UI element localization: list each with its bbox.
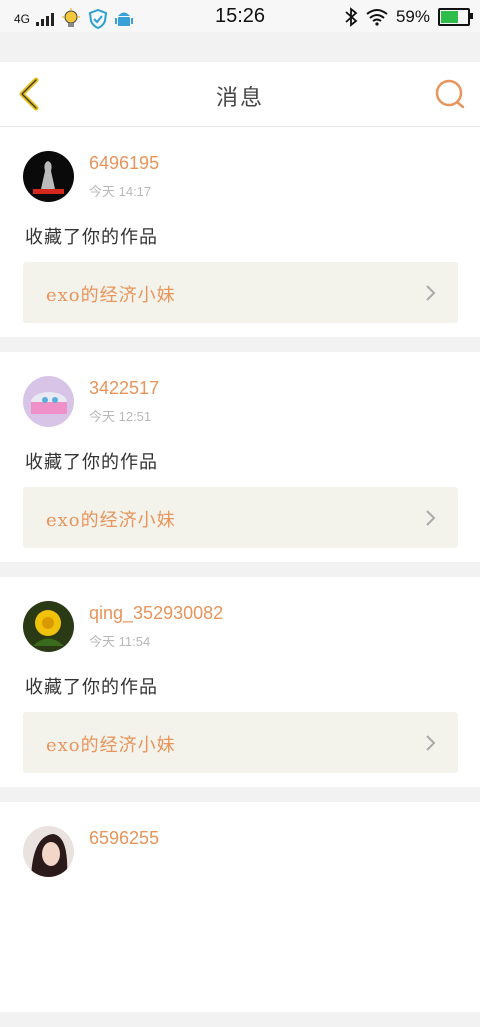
timestamp: 今天 14:17 (89, 184, 152, 199)
work-link[interactable]: exo的经济小妹 (23, 262, 458, 323)
battery-percent: 59% (395, 7, 430, 26)
top-spacer (0, 32, 480, 62)
status-right: 59% (344, 7, 473, 27)
work-title: exo的经济小妹 (46, 510, 176, 531)
status-bar: 4G 15:26 59% (0, 0, 480, 32)
username[interactable]: 6596255 (89, 828, 159, 849)
avatar[interactable] (23, 826, 74, 877)
avatar[interactable] (23, 376, 74, 427)
timestamp: 今天 12:51 (89, 409, 152, 424)
work-title: exo的经济小妹 (46, 285, 176, 306)
message-text: 收藏了你的作品 (25, 677, 158, 698)
username[interactable]: qing_352930082 (89, 603, 223, 624)
search-button[interactable] (432, 76, 468, 112)
search-icon (435, 79, 465, 109)
message-list: 6496195 今天 14:17 收藏了你的作品 exo的经济小妹 342251… (0, 127, 480, 1027)
username[interactable]: 6496195 (89, 153, 159, 174)
message-card: 3422517 今天 12:51 收藏了你的作品 exo的经济小妹 (0, 352, 480, 562)
battery-icon (438, 8, 473, 26)
message-card: 6496195 今天 14:17 收藏了你的作品 exo的经济小妹 (0, 127, 480, 337)
wifi-icon (366, 9, 388, 26)
avatar[interactable] (23, 601, 74, 652)
avatar[interactable] (23, 151, 74, 202)
work-link[interactable]: exo的经济小妹 (23, 487, 458, 548)
timestamp: 今天 11:54 (89, 634, 151, 649)
bluetooth-icon (345, 7, 358, 27)
chevron-right-icon (426, 510, 436, 526)
work-title: exo的经济小妹 (46, 735, 176, 756)
header-bar: 消息 (0, 62, 480, 127)
chevron-right-icon (426, 735, 436, 751)
page-title: 消息 (215, 86, 264, 111)
work-link[interactable]: exo的经济小妹 (23, 712, 458, 773)
message-card: qing_352930082 今天 11:54 收藏了你的作品 exo的经济小妹 (0, 577, 480, 787)
message-text: 收藏了你的作品 (25, 227, 158, 248)
battery-level (441, 11, 458, 23)
message-card: 6596255 (0, 802, 480, 1012)
chevron-right-icon (426, 285, 436, 301)
message-text: 收藏了你的作品 (25, 452, 158, 473)
username[interactable]: 3422517 (89, 378, 159, 399)
